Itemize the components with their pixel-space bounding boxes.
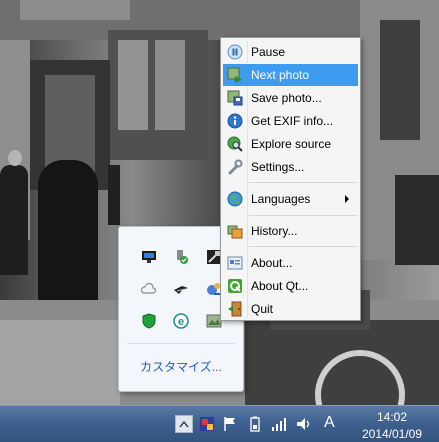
ime-indicator[interactable]: A [324,414,335,432]
menu-separator [249,215,357,216]
menu-item-label: Get EXIF info... [251,114,334,128]
qt-icon [227,278,243,294]
menu-item-explore-source[interactable]: Explore source [223,133,358,155]
menu-item-label: History... [251,224,298,238]
menu-item-about[interactable]: About... [223,252,358,274]
menu-item-label: Pause [251,45,286,59]
menu-item-next-photo[interactable]: Next photo [223,64,358,86]
clock-date[interactable]: 2014/01/09 [352,427,432,441]
menu-item-languages[interactable]: Languages [223,188,358,210]
menu-item-label: Next photo [251,68,310,82]
menu-item-label: Settings... [251,160,305,174]
battery-icon[interactable] [247,416,263,432]
cloud-icon[interactable] [141,281,157,297]
bird-icon[interactable] [173,281,189,297]
pause-icon [227,44,243,60]
tray-app-icon[interactable] [199,416,215,432]
taskbar: A 14:02 2014/01/09 [0,405,439,442]
context-menu: Pause Next photo Save photo... Get EXIF … [220,37,361,321]
menu-item-label: Quit [251,302,274,316]
globe-icon [227,191,243,207]
signal-icon[interactable] [271,416,287,432]
wrench-icon [227,159,243,175]
menu-item-get-exif-info[interactable]: Get EXIF info... [223,110,358,132]
save-photo-icon [227,90,243,106]
menu-item-about-qt[interactable]: About Qt... [223,275,358,297]
menu-separator [249,182,357,183]
menu-item-label: About Qt... [251,279,309,293]
next-photo-icon [227,67,243,83]
usb-safely-remove-icon[interactable] [173,249,189,265]
submenu-arrow-icon [345,195,349,203]
volume-icon[interactable] [296,416,312,432]
menu-item-label: Languages [251,192,311,206]
history-icon [227,223,243,239]
menu-item-save-photo[interactable]: Save photo... [223,87,358,109]
clock-time[interactable]: 14:02 [352,410,432,424]
shield-icon[interactable] [141,313,157,329]
menu-separator [249,246,357,247]
menu-item-label: Save photo... [251,91,322,105]
info-icon [227,113,243,129]
menu-item-history[interactable]: History... [223,220,358,242]
tray-popup-divider [127,343,235,344]
monitor-icon[interactable] [141,249,157,265]
menu-item-label: About... [251,256,293,270]
show-hidden-icons-button[interactable] [175,415,193,433]
exit-door-icon [227,301,243,317]
svg-text:e: e [178,316,184,328]
globe-search-icon [227,136,243,152]
menu-item-label: Explore source [251,137,332,151]
about-icon [227,255,243,271]
e-icon[interactable]: e [173,313,189,329]
menu-item-settings[interactable]: Settings... [223,156,358,178]
customize-link[interactable]: カスタマイズ... [119,358,243,375]
flag-icon[interactable] [222,416,238,432]
chevron-up-icon [179,420,189,428]
menu-item-quit[interactable]: Quit [223,298,358,320]
menu-item-pause[interactable]: Pause [223,41,358,63]
